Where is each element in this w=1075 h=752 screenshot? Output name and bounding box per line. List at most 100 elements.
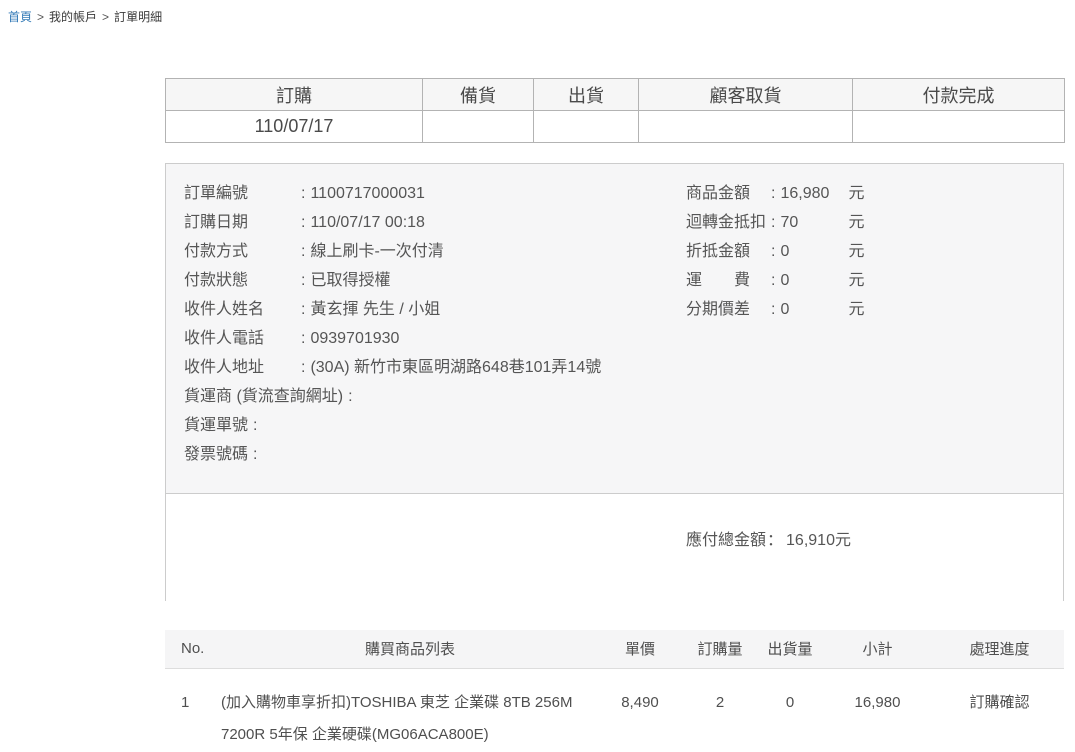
shipping-fee-value: 0: [780, 266, 848, 295]
payment-method-label: 付款方式: [184, 237, 296, 266]
breadcrumb-account-link[interactable]: 我的帳戶: [49, 10, 97, 24]
status-header-preparing: 備貨: [423, 79, 534, 111]
order-date-value: 110/07/17 00:18: [310, 214, 424, 231]
payment-status-row: 付款狀態: 已取得授權: [184, 266, 1045, 295]
carrier-label: 貨運商 (貨流查詢網址): [184, 388, 343, 405]
status-header-pickup: 顧客取貨: [639, 79, 853, 111]
goods-amount-label: 商品金額: [686, 179, 766, 208]
colon: :: [301, 272, 305, 289]
colon: :: [771, 272, 775, 289]
recipient-phone-row: 收件人電話:0939701930: [184, 324, 1045, 353]
item-row: 1 (加入購物車享折扣)TOSHIBA 東芝 企業碟 8TB 256M 7200…: [165, 668, 1064, 752]
order-date-row: 訂購日期:110/07/17 00:18: [184, 208, 1045, 237]
currency-unit: 元: [848, 243, 864, 260]
colon: :: [301, 243, 305, 260]
breadcrumb-separator: >: [37, 10, 44, 24]
colon: :: [348, 388, 352, 405]
item-ship-qty: 0: [760, 668, 820, 752]
recipient-name-row: 收件人姓名:黃玄揮 先生 / 小姐: [184, 295, 1045, 324]
colon: :: [771, 185, 775, 202]
colon: :: [771, 214, 775, 231]
breadcrumb: 首頁 > 我的帳戶 > 訂單明細: [8, 8, 162, 25]
breadcrumb-separator: >: [102, 10, 109, 24]
items-header-progress: 處理進度: [935, 630, 1064, 668]
status-value-row: 110/07/17: [166, 111, 1065, 143]
currency-unit: 元: [848, 214, 864, 231]
discount-amount-value: 0: [780, 237, 848, 266]
recipient-address-row: 收件人地址: (30A) 新竹市東區明湖路648巷101弄14號: [184, 353, 1045, 382]
colon: :: [771, 301, 775, 318]
order-number-value: 1100717000031: [310, 185, 425, 202]
items-header-product: 購買商品列表: [220, 630, 600, 668]
order-detail-page: { "ui": { "colon": ":", "fullwidth_colon…: [0, 0, 1075, 742]
status-ordered-date: 110/07/17: [166, 111, 423, 143]
colon: :: [301, 185, 305, 202]
recipient-phone-value: 0939701930: [310, 330, 399, 347]
items-header-no: No.: [165, 630, 220, 668]
fullwidth-colon: ：: [767, 532, 783, 549]
total-due-label: 應付總金額: [686, 532, 766, 549]
carrier-row: 貨運商 (貨流查詢網址):: [184, 382, 1045, 411]
installment-diff-label: 分期價差: [686, 295, 766, 324]
rebate-deduction-value: 70: [780, 208, 848, 237]
colon: :: [301, 330, 305, 347]
items-header-order-qty: 訂購量: [680, 630, 760, 668]
colon: :: [301, 301, 305, 318]
items-header-subtotal: 小計: [820, 630, 935, 668]
discount-amount-row: 折抵金額:0元: [686, 237, 864, 266]
order-number-label: 訂單編號: [184, 179, 296, 208]
breadcrumb-home-link[interactable]: 首頁: [8, 10, 32, 24]
status-header-paid: 付款完成: [853, 79, 1065, 111]
status-header-ordered: 訂購: [166, 79, 423, 111]
recipient-phone-label: 收件人電話: [184, 324, 296, 353]
tracking-number-row: 貨運單號:: [184, 411, 1045, 440]
item-subtotal: 16,980: [820, 668, 935, 752]
tracking-number-label: 貨運單號: [184, 417, 248, 434]
items-header-ship-qty: 出貨量: [760, 630, 820, 668]
order-number-row: 訂單編號:1100717000031: [184, 179, 1045, 208]
order-info-panel: 訂單編號:1100717000031 訂購日期:110/07/17 00:18 …: [166, 164, 1063, 494]
discount-amount-label: 折抵金額: [686, 237, 766, 266]
status-preparing-date: [423, 111, 534, 143]
currency-unit: 元: [848, 301, 864, 318]
order-detail-box: 訂單編號:1100717000031 訂購日期:110/07/17 00:18 …: [165, 163, 1064, 601]
colon: :: [301, 359, 305, 376]
breadcrumb-current: 訂單明細: [114, 10, 162, 24]
item-unit-price: 8,490: [600, 668, 680, 752]
order-status-table: 訂購 備貨 出貨 顧客取貨 付款完成 110/07/17: [165, 78, 1065, 143]
colon: :: [771, 243, 775, 260]
shipping-fee-label: 運 費: [686, 266, 766, 295]
currency-unit: 元: [848, 272, 864, 289]
status-header-shipped: 出貨: [534, 79, 639, 111]
installment-diff-value: 0: [780, 295, 848, 324]
status-pickup-date: [639, 111, 853, 143]
status-header-row: 訂購 備貨 出貨 顧客取貨 付款完成: [166, 79, 1065, 111]
item-order-qty: 2: [680, 668, 760, 752]
currency-unit: 元: [848, 185, 864, 202]
payment-method-row: 付款方式: 線上刷卡-一次付清: [184, 237, 1045, 266]
total-due-value: 16,910元: [786, 532, 851, 549]
invoice-number-row: 發票號碼:: [184, 440, 1045, 469]
colon: :: [301, 214, 305, 231]
colon: :: [253, 417, 257, 434]
item-no: 1: [165, 668, 220, 752]
shipping-fee-row: 運 費:0元: [686, 266, 864, 295]
invoice-number-label: 發票號碼: [184, 446, 248, 463]
goods-amount-row: 商品金額:16,980元: [686, 179, 864, 208]
recipient-address-label: 收件人地址: [184, 353, 296, 382]
items-header-unit-price: 單價: [600, 630, 680, 668]
recipient-address-value: (30A) 新竹市東區明湖路648巷101弄14號: [310, 359, 601, 376]
status-paid-date: [853, 111, 1065, 143]
rebate-deduction-row: 迴轉金抵扣:70元: [686, 208, 864, 237]
payment-status-value: 已取得授權: [310, 272, 390, 289]
payment-status-label: 付款狀態: [184, 266, 296, 295]
recipient-name-value: 黃玄揮 先生 / 小姐: [310, 301, 440, 318]
payment-method-value: 線上刷卡-一次付清: [310, 243, 443, 260]
installment-diff-row: 分期價差:0元: [686, 295, 864, 324]
rebate-deduction-label: 迴轉金抵扣: [686, 208, 766, 237]
colon: :: [253, 446, 257, 463]
item-progress-status: 訂購確認: [935, 668, 1064, 752]
items-header-row: No. 購買商品列表 單價 訂購量 出貨量 小計 處理進度: [165, 630, 1064, 668]
order-date-label: 訂購日期: [184, 208, 296, 237]
item-product-name: (加入購物車享折扣)TOSHIBA 東芝 企業碟 8TB 256M 7200R …: [220, 668, 600, 752]
